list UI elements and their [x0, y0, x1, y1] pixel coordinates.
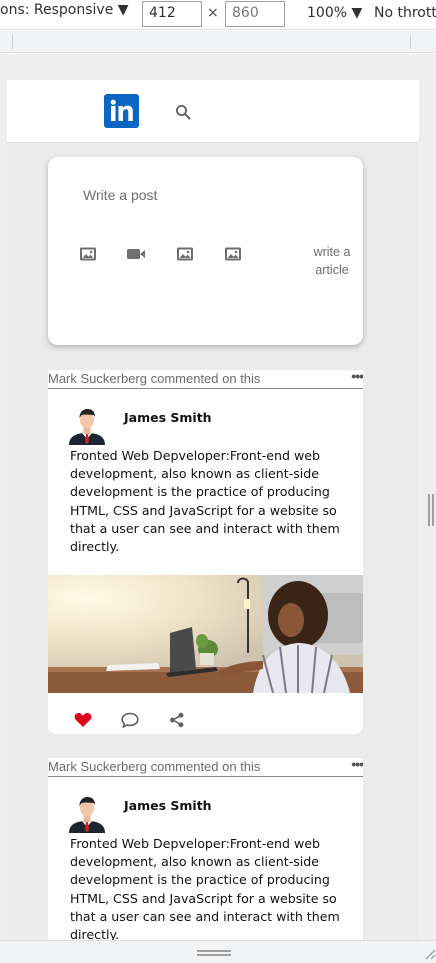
avatar[interactable] — [68, 795, 106, 833]
author-name[interactable]: James Smith — [124, 410, 212, 425]
feed-post: Mark Suckerberg commented on this ••• Ja… — [48, 370, 363, 734]
chevron-down-icon: ▼ — [117, 2, 129, 18]
author-name[interactable]: James Smith — [124, 798, 212, 813]
ruler-tick — [410, 35, 411, 49]
video-icon[interactable] — [126, 246, 146, 262]
activity-text: Mark Suckerberg commented on this — [48, 759, 261, 774]
viewport-height-input[interactable]: 860 — [225, 1, 285, 27]
post-body: Fronted Web Depveloper:Front-end web dev… — [70, 836, 340, 940]
image-icon[interactable] — [79, 246, 97, 262]
post-composer: Write a post write a article — [48, 157, 363, 345]
dimensions-dropdown[interactable]: ons: Responsive ▼ — [0, 2, 129, 18]
times-icon: × — [207, 5, 219, 21]
image-icon[interactable] — [224, 246, 242, 262]
page-viewport: in Write a post wr — [7, 80, 419, 940]
post-activity-header: Mark Suckerberg commented on this ••• — [48, 758, 363, 777]
post-author: James Smith — [48, 777, 363, 835]
throttle-dropdown[interactable]: No thrott — [374, 5, 436, 21]
search-icon[interactable] — [175, 104, 191, 120]
chevron-down-icon: ▼ — [351, 5, 363, 21]
navbar: in — [7, 80, 419, 143]
image-icon[interactable] — [176, 246, 194, 262]
post-author: James Smith — [48, 389, 363, 447]
linkedin-logo-icon — [110, 99, 133, 121]
media-query-ruler[interactable] — [0, 31, 436, 53]
write-article-link[interactable]: write a article — [310, 243, 354, 279]
zoom-dropdown[interactable]: 100% ▼ — [307, 5, 362, 21]
share-icon[interactable] — [168, 712, 186, 728]
post-body: Fronted Web Depveloper:Front-end web dev… — [70, 448, 340, 555]
post-actions — [48, 693, 363, 734]
device-toolbar: ons: Responsive ▼ 412 × 860 100% ▼ No th… — [0, 0, 436, 30]
zoom-label: 100% — [307, 5, 348, 21]
write-post-input[interactable]: Write a post — [83, 187, 157, 203]
resize-corner-icon[interactable] — [424, 948, 436, 960]
post-activity-header: Mark Suckerberg commented on this ••• — [48, 370, 363, 389]
comment-icon[interactable] — [121, 712, 139, 728]
heart-icon[interactable] — [74, 712, 92, 728]
post-image[interactable] — [48, 575, 363, 693]
ruler-tick — [12, 35, 13, 49]
resize-handle-right[interactable] — [428, 494, 434, 526]
more-options-icon[interactable]: ••• — [351, 370, 363, 383]
more-options-icon[interactable]: ••• — [351, 758, 363, 771]
resize-handle-bottom[interactable] — [197, 950, 231, 956]
linkedin-logo[interactable]: in — [104, 94, 139, 128]
viewport-width-input[interactable]: 412 — [142, 1, 202, 27]
feed-post: Mark Suckerberg commented on this ••• Ja… — [48, 758, 363, 940]
activity-text: Mark Suckerberg commented on this — [48, 371, 261, 386]
avatar[interactable] — [68, 407, 106, 445]
dimensions-label: ons: Responsive — [0, 2, 114, 18]
